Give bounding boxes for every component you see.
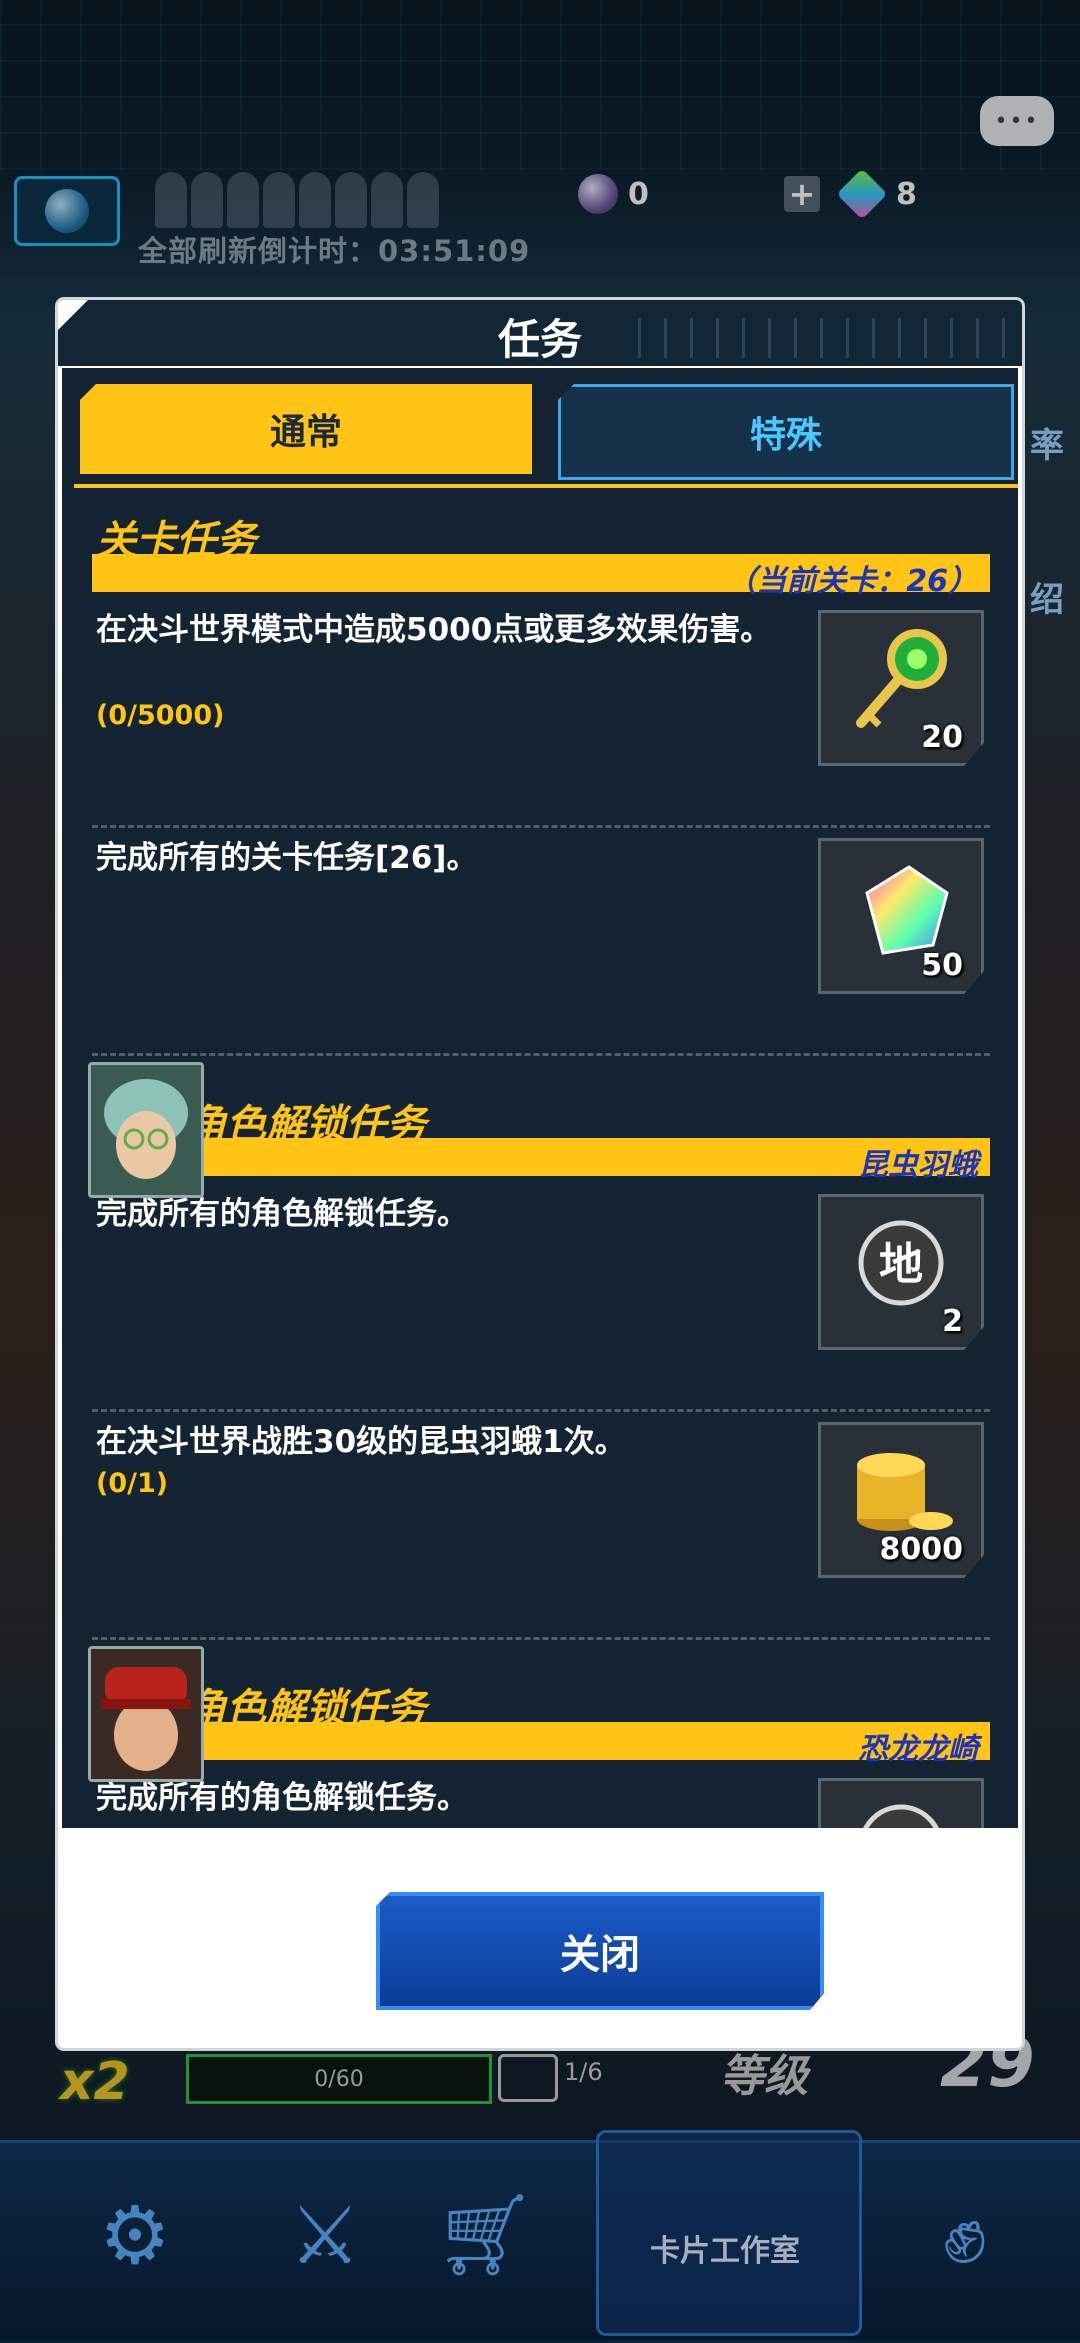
- task-text: 完成所有的关卡任务[26]。: [96, 840, 478, 876]
- tab-special[interactable]: 特殊: [558, 384, 1014, 480]
- character-section-header: 角色解锁任务 昆虫羽蛾: [62, 1062, 1018, 1198]
- mission-dialog: 任务 通常 特殊 关卡任务 （当前关卡：26） 在决斗世界模式中造成5000点或…: [58, 300, 1022, 2048]
- tab-underline: [74, 484, 1018, 488]
- reward-count: 8000: [879, 1532, 964, 1567]
- divider: [92, 1053, 990, 1056]
- task-text: 在决斗世界战胜30级的昆虫羽蛾1次。: [96, 1424, 626, 1460]
- section-title: 角色解锁任务: [186, 1686, 426, 1732]
- list-item: 完成所有的关卡任务[26]。 50: [62, 828, 1018, 1056]
- dialog-header: 任务: [58, 300, 1022, 366]
- list-item: 完成所有的角色解锁任务。 地 2: [62, 1184, 1018, 1412]
- reward-count: 50: [921, 948, 963, 983]
- avatar: [88, 1646, 204, 1782]
- tab-bar: 通常 特殊: [62, 374, 1018, 488]
- reward-box[interactable]: 50: [818, 838, 984, 994]
- dialog-body: 通常 特殊 关卡任务 （当前关卡：26） 在决斗世界模式中造成5000点或更多效…: [62, 368, 1018, 1828]
- mission-list[interactable]: 关卡任务 （当前关卡：26） 在决斗世界模式中造成5000点或更多效果伤害。 (…: [62, 508, 1018, 1828]
- section-title: 角色解锁任务: [186, 1102, 426, 1148]
- list-item: 在决斗世界模式中造成5000点或更多效果伤害。 (0/5000) 20: [62, 600, 1018, 828]
- list-item: 在决斗世界战胜30级的昆虫羽蛾1次。 (0/1) 8000: [62, 1412, 1018, 1640]
- task-progress: (0/5000): [96, 700, 225, 731]
- task-text: 完成所有的角色解锁任务。: [96, 1196, 468, 1232]
- stage-section-header: 关卡任务 （当前关卡：26）: [62, 508, 1018, 600]
- tab-normal[interactable]: 通常: [80, 384, 532, 474]
- avatar: [88, 1062, 204, 1198]
- close-button[interactable]: 关闭: [376, 1892, 824, 2010]
- task-text: 在决斗世界模式中造成5000点或更多效果伤害。: [96, 612, 772, 648]
- character-name: 恐龙龙崎: [858, 1732, 978, 1767]
- divider: [92, 1637, 990, 1640]
- svg-text:地: 地: [879, 1239, 923, 1290]
- character-portrait-icon: [91, 1649, 201, 1779]
- reward-box[interactable]: [818, 1778, 984, 1828]
- task-progress: (0/1): [96, 1468, 169, 1499]
- reward-box[interactable]: 20: [818, 610, 984, 766]
- character-section-header: 角色解锁任务 恐龙龙崎: [62, 1646, 1018, 1782]
- reward-count: 20: [921, 720, 963, 755]
- reward-box[interactable]: 地 2: [818, 1194, 984, 1350]
- current-stage: （当前关卡：26）: [726, 564, 978, 599]
- reward-box[interactable]: 8000: [818, 1422, 984, 1578]
- section-title: 关卡任务: [96, 518, 256, 564]
- character-name: 昆虫羽蛾: [858, 1148, 978, 1183]
- orb-icon: [858, 1804, 944, 1828]
- task-text: 完成所有的角色解锁任务。: [96, 1780, 468, 1816]
- reward-count: 2: [942, 1304, 963, 1339]
- dialog-title: 任务: [497, 315, 582, 364]
- character-portrait-icon: [91, 1065, 201, 1195]
- list-item: 完成所有的角色解锁任务。: [62, 1768, 1018, 1828]
